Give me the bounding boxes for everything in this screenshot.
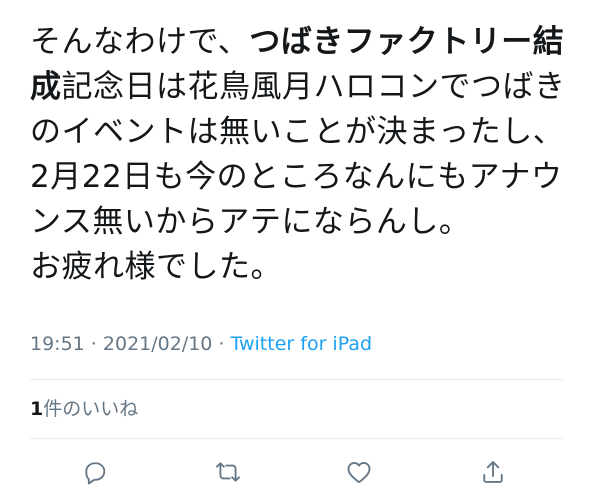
tweet-text-line: のイベントは無いことが決まったし、 <box>30 110 565 155</box>
retweet-icon <box>215 462 241 482</box>
reply-button[interactable] <box>75 452 115 492</box>
tweet-text-line: 成記念日は花鳥風月ハロコンでつばき <box>30 65 565 110</box>
text-segment: そんなわけで、 <box>30 24 250 60</box>
likes-count-link[interactable]: 1件のいいね <box>30 395 138 423</box>
tweet-time[interactable]: 19:51 <box>30 333 85 355</box>
tweet-text-line: 2月22日も今のところなんにもアナウ <box>30 155 565 200</box>
text-segment: お疲れ様でした。 <box>30 249 282 285</box>
text-segment: 2月22日も今のところなんにもアナウ <box>30 159 563 195</box>
text-segment: のイベントは無いことが決まったし、 <box>30 114 565 150</box>
reply-icon <box>85 462 106 485</box>
meta-separator: · <box>84 333 103 355</box>
text-segment: ンス無いからアテにならんし。 <box>30 204 471 240</box>
divider <box>30 379 563 380</box>
divider <box>30 438 563 439</box>
tweet-source-link[interactable]: Twitter for iPad <box>231 333 372 355</box>
tweet-date[interactable]: 2021/02/10 <box>103 333 213 355</box>
share-icon <box>483 461 503 483</box>
text-segment: 記念日は花鳥風月ハロコンでつばき <box>61 69 566 105</box>
text-segment-bold: つばきファクトリー結 <box>249 24 565 60</box>
tweet-detail: そんなわけで、つばきファクトリー結 成記念日は花鳥風月ハロコンでつばき のイベン… <box>0 0 591 500</box>
tweet-text-line: ンス無いからアテにならんし。 <box>30 200 565 245</box>
retweet-button[interactable] <box>208 452 248 492</box>
tweet-metadata: 19:51 · 2021/02/10 · Twitter for iPad <box>30 330 372 358</box>
tweet-text-line: お疲れ様でした。 <box>30 245 565 290</box>
like-button[interactable] <box>339 452 379 492</box>
meta-separator: · <box>212 333 231 355</box>
likes-count: 1 <box>30 398 44 420</box>
tweet-actions-bar <box>0 452 591 492</box>
heart-icon <box>347 461 371 483</box>
tweet-text-line: そんなわけで、つばきファクトリー結 <box>30 20 565 65</box>
tweet-text: そんなわけで、つばきファクトリー結 成記念日は花鳥風月ハロコンでつばき のイベン… <box>30 20 565 290</box>
text-segment-bold: 成 <box>30 69 62 105</box>
share-button[interactable] <box>473 452 513 492</box>
likes-label: 件のいいね <box>43 398 139 420</box>
